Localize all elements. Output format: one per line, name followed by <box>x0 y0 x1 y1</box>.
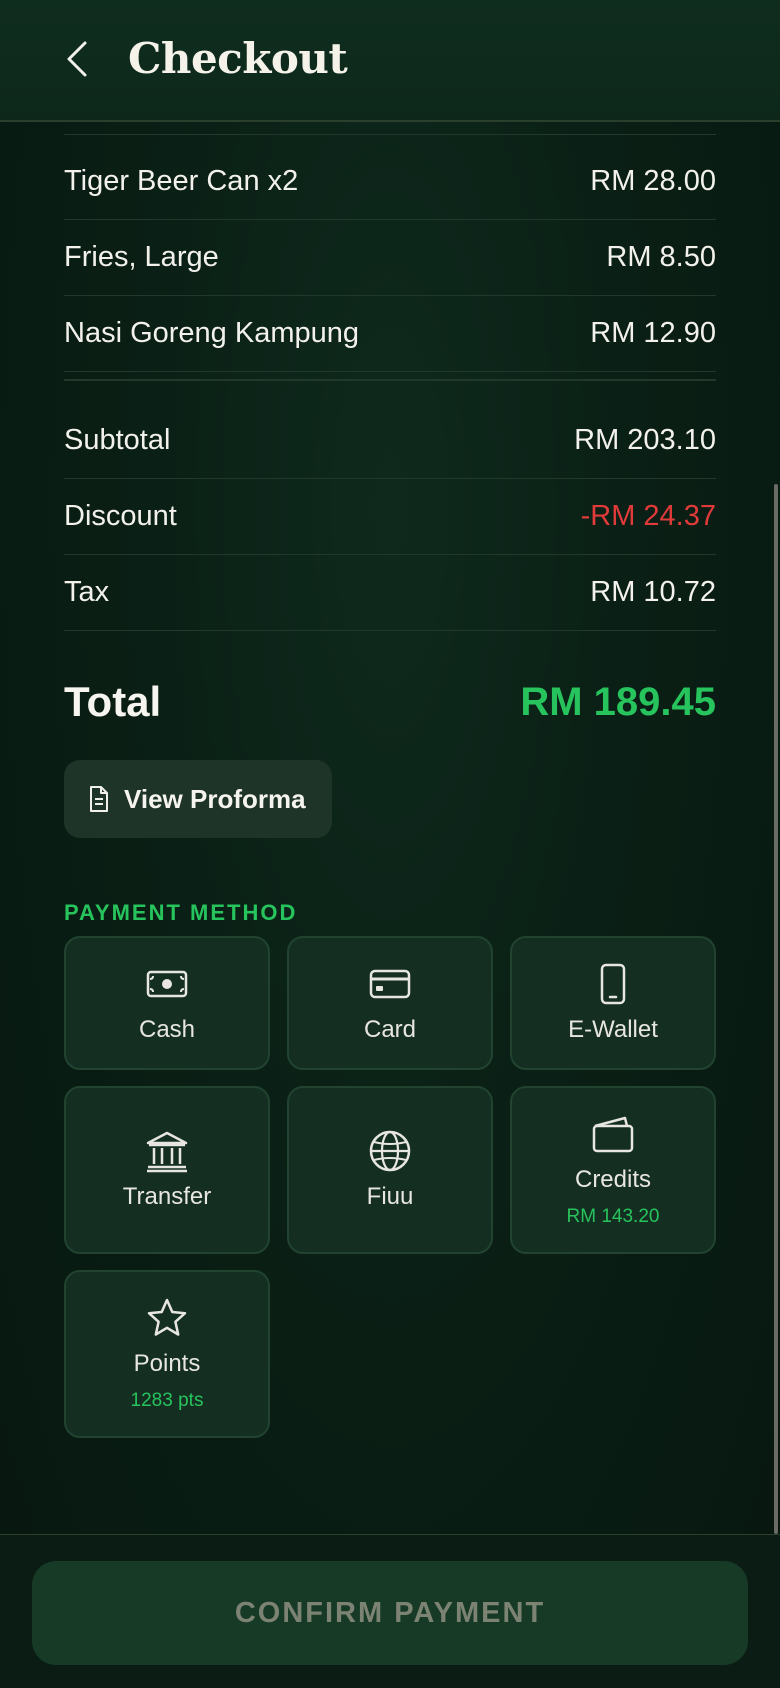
item-name: Tiger Beer Can x2 <box>64 165 299 197</box>
payment-method-credits[interactable]: Credits RM 143.20 <box>510 1086 716 1254</box>
discount-value: -RM 24.37 <box>580 500 716 532</box>
payment-method-cash[interactable]: Cash <box>64 936 270 1070</box>
payment-method-label: Credits <box>574 1166 652 1193</box>
payment-method-points[interactable]: Points 1283 pts <box>64 1270 270 1438</box>
confirm-payment-label: CONFIRM PAYMENT <box>234 1596 546 1629</box>
back-button[interactable] <box>60 38 94 80</box>
payment-method-fiuu[interactable]: Fiuu <box>287 1086 493 1254</box>
tax-value: RM 10.72 <box>590 576 716 608</box>
discount-label: Discount <box>64 500 177 532</box>
item-price: RM 8.50 <box>606 241 716 273</box>
confirm-payment-button[interactable]: CONFIRM PAYMENT <box>32 1561 748 1665</box>
scrollbar[interactable] <box>774 484 778 1534</box>
tax-label: Tax <box>64 576 110 608</box>
payment-method-heading: PAYMENT METHOD <box>64 900 298 925</box>
card-icon <box>369 969 411 999</box>
item-price: RM 12.90 <box>590 317 716 349</box>
discount-row: Discount -RM 24.37 <box>64 479 716 555</box>
view-proforma-button[interactable]: View Proforma <box>64 760 332 838</box>
chevron-left-icon <box>67 41 87 77</box>
wallet-icon <box>592 1116 634 1153</box>
globe-icon <box>369 1130 411 1172</box>
page-title: Checkout <box>128 34 348 83</box>
payment-method-label: Card <box>363 1016 417 1043</box>
total-value: RM 189.45 <box>520 679 716 724</box>
item-price: RM 28.00 <box>590 165 716 197</box>
cash-icon <box>146 970 188 998</box>
divider <box>64 134 716 135</box>
total-label: Total <box>64 678 162 725</box>
payment-method-label: Transfer <box>122 1183 212 1210</box>
payment-method-e-wallet[interactable]: E-Wallet <box>510 936 716 1070</box>
points-balance: 1283 pts <box>130 1390 204 1411</box>
bank-icon <box>146 1131 188 1173</box>
tax-row: Tax RM 10.72 <box>64 555 716 631</box>
item-name: Fries, Large <box>64 241 219 273</box>
document-icon <box>90 786 108 812</box>
payment-method-card[interactable]: Card <box>287 936 493 1070</box>
order-item: Nasi Goreng Kampung RM 12.90 <box>64 296 716 372</box>
order-item: Tiger Beer Can x2 RM 28.00 <box>64 144 716 220</box>
subtotal-label: Subtotal <box>64 424 171 456</box>
subtotal-row: Subtotal RM 203.10 <box>64 403 716 479</box>
payment-method-label: Fiuu <box>366 1183 414 1210</box>
star-icon <box>147 1298 187 1336</box>
section-divider <box>64 379 716 381</box>
subtotal-value: RM 203.10 <box>574 424 716 456</box>
payment-method-label: Cash <box>138 1016 196 1043</box>
payment-method-label: E-Wallet <box>568 1016 658 1043</box>
total-row: Total RM 189.45 <box>64 652 716 752</box>
payment-method-label: Points <box>133 1350 201 1377</box>
app-header: Checkout <box>0 0 780 122</box>
footer-bar: CONFIRM PAYMENT <box>0 1534 780 1688</box>
order-item: Fries, Large RM 8.50 <box>64 220 716 296</box>
view-proforma-label: View Proforma <box>124 783 306 814</box>
payment-method-transfer[interactable]: Transfer <box>64 1086 270 1254</box>
item-name: Nasi Goreng Kampung <box>64 317 359 349</box>
credits-balance: RM 143.20 <box>566 1206 660 1227</box>
phone-icon <box>600 963 626 1005</box>
